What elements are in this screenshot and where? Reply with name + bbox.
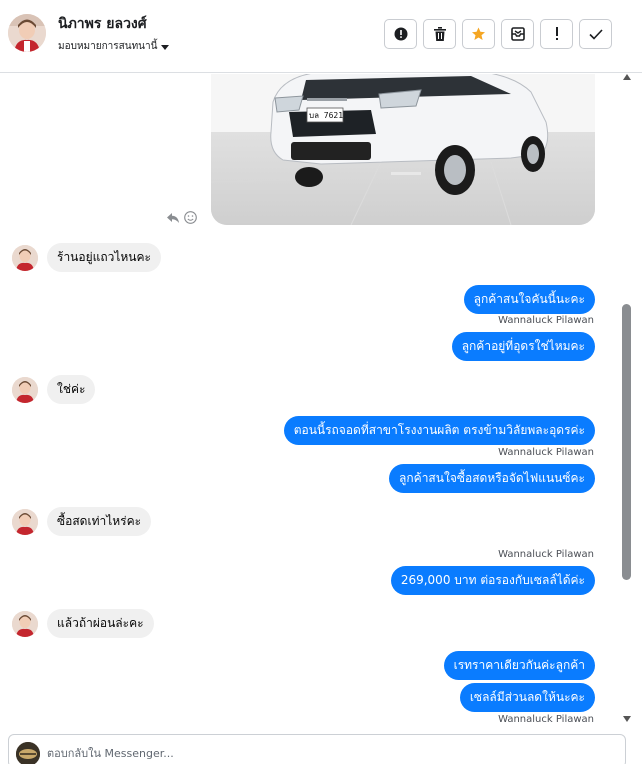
outgoing-bubble[interactable]: 269,000 บาท ต่อรองกับเซลล์ได้ค่ะ	[390, 566, 595, 595]
incoming-message-row: ซื้อสดเท่าไหร่คะ	[12, 507, 152, 536]
react-emoji-icon[interactable]	[184, 211, 197, 224]
car-photo-attachment[interactable]: บล 7621	[211, 74, 595, 225]
scroll-down-arrow-icon[interactable]	[623, 716, 631, 722]
incoming-bubble[interactable]: แล้วถ้าผ่อนล่ะคะ	[47, 609, 154, 638]
outgoing-bubble[interactable]: ลูกค้าอยู่ที่อุดรใช่ไหมคะ	[451, 332, 595, 361]
outgoing-bubble[interactable]: เรทราคาเดียวกันค่ะลูกค้า	[443, 651, 595, 680]
message-thread[interactable]: บล 7621 ร้านอยู่แถวไหนคะ ลูกค้าสนใจคันนี…	[0, 74, 620, 726]
assign-label: มอบหมายการสนทนานี้	[58, 41, 158, 52]
outgoing-bubble[interactable]: เซลล์มีส่วนลดให้นะคะ	[459, 683, 595, 712]
contact-avatar-small	[12, 244, 38, 271]
conversation-actions	[384, 19, 612, 49]
outgoing-bubble[interactable]: ลูกค้าสนใจคันนี้นะคะ	[463, 285, 595, 314]
check-icon	[588, 28, 603, 40]
outgoing-bubble[interactable]: ตอนนี้รถจอดที่สาขาโรงงานผลิต ตรงข้ามวิลั…	[283, 416, 595, 445]
incoming-message-row: ร้านอยู่แถวไหนคะ	[12, 243, 161, 272]
reply-composer	[8, 734, 626, 764]
sender-name: Wannaluck Pilawan	[498, 447, 594, 458]
mark-spam-button[interactable]	[384, 19, 417, 49]
outgoing-bubble[interactable]: ลูกค้าสนใจซื้อสดหรือจัดไฟแนนซ์คะ	[389, 464, 595, 493]
reply-input[interactable]	[47, 745, 607, 761]
incoming-bubble[interactable]: ซื้อสดเท่าไหร่คะ	[47, 507, 152, 536]
contact-avatar[interactable]	[8, 14, 46, 52]
incoming-message-row: ใช่ค่ะ	[12, 375, 96, 404]
incoming-bubble[interactable]: ใช่ค่ะ	[47, 375, 96, 404]
sender-name: Wannaluck Pilawan	[498, 714, 594, 725]
contact-avatar-small	[12, 508, 38, 535]
chevron-down-icon	[161, 44, 170, 50]
sender-name: Wannaluck Pilawan	[498, 549, 594, 560]
exclamation-circle-icon	[394, 27, 407, 41]
assign-conversation-dropdown[interactable]: มอบหมายการสนทนานี้	[58, 39, 170, 54]
page-avatar	[16, 742, 40, 764]
scroll-up-arrow-icon[interactable]	[623, 74, 631, 80]
contact-name: นิภาพร ยลวงศ์	[58, 16, 147, 32]
contact-avatar-small	[12, 376, 38, 403]
incoming-message-row: แล้วถ้าผ่อนล่ะคะ	[12, 609, 154, 638]
message-tools	[166, 211, 197, 224]
contact-avatar-small	[12, 610, 38, 637]
trash-icon	[433, 27, 446, 41]
license-plate-text: บล 7621	[309, 111, 344, 120]
conversation-header: นิภาพร ยลวงศ์ มอบหมายการสนทนานี้	[0, 0, 642, 73]
scrollbar-thumb[interactable]	[622, 304, 631, 580]
car-image	[211, 74, 595, 225]
archive-icon	[510, 27, 525, 41]
delete-button[interactable]	[423, 19, 456, 49]
star-button[interactable]	[462, 19, 495, 49]
chat-scrollbar[interactable]	[620, 74, 634, 726]
mark-done-button[interactable]	[579, 19, 612, 49]
exclamation-icon	[555, 27, 558, 40]
messenger-conversation-window: นิภาพร ยลวงศ์ มอบหมายการสนทนานี้ บล 7621…	[0, 0, 642, 764]
sender-name: Wannaluck Pilawan	[498, 315, 594, 326]
reply-icon[interactable]	[166, 212, 180, 224]
archive-button[interactable]	[501, 19, 534, 49]
mark-unread-button[interactable]	[540, 19, 573, 49]
star-icon	[472, 27, 485, 40]
incoming-bubble[interactable]: ร้านอยู่แถวไหนคะ	[47, 243, 161, 272]
